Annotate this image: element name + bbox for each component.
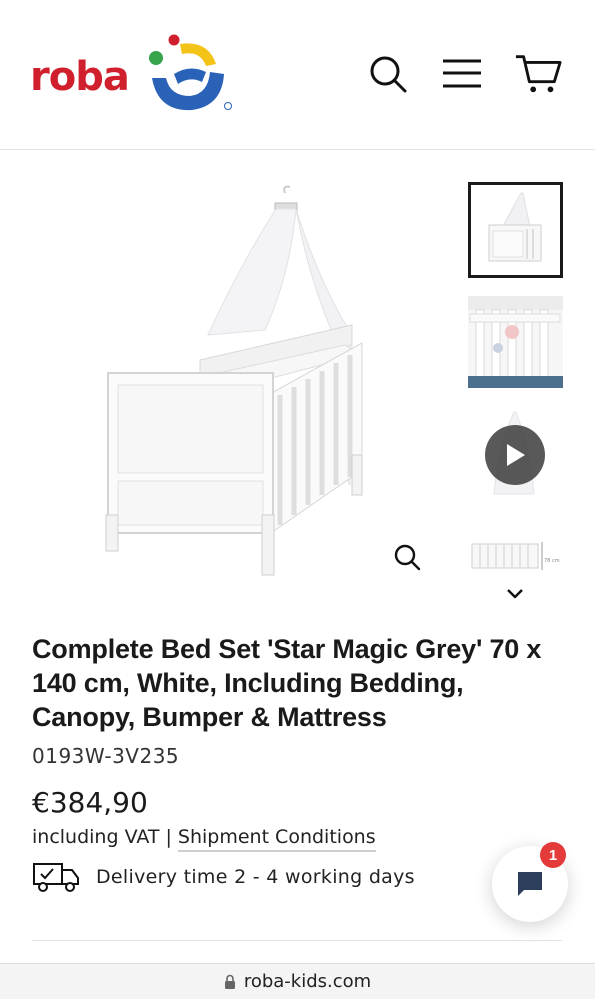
vat-shipping-line: including VAT | Shipment Conditions (32, 826, 376, 852)
divider (32, 940, 562, 941)
play-icon (507, 444, 525, 466)
chevron-down-icon[interactable] (503, 584, 527, 604)
shipment-conditions-link[interactable]: Shipment Conditions (177, 826, 376, 852)
product-sku: 0193W-3V235 (32, 744, 180, 768)
separator: | (165, 826, 172, 848)
chat-icon (518, 872, 542, 896)
site-header: roba (0, 0, 595, 150)
product-main-image[interactable] (90, 185, 390, 585)
thumbnail-crib-detail-image (468, 296, 563, 388)
zoom-button[interactable] (390, 540, 424, 574)
lock-icon (224, 974, 235, 989)
delivery-truck-icon (33, 863, 79, 892)
thumbnail-dimensions-image: 78 cm (468, 532, 563, 572)
zoom-icon (394, 544, 421, 571)
browser-url-bar[interactable]: roba-kids.com (0, 963, 595, 999)
delivery-time-text: Delivery time 2 - 4 working days (96, 866, 415, 888)
url-text: roba-kids.com (243, 971, 372, 992)
logo-wordmark: roba (30, 54, 130, 100)
menu-icon (443, 59, 481, 88)
product-price: €384,90 (32, 786, 148, 819)
menu-button[interactable] (438, 52, 486, 96)
thumbnail-4[interactable]: 78 cm (468, 532, 563, 572)
delivery-info: Delivery time 2 - 4 working days (32, 860, 415, 894)
play-video-button[interactable] (485, 425, 545, 485)
cart-icon (515, 55, 562, 93)
logo-mark-icon (149, 34, 232, 111)
thumbnail-crib-image (471, 185, 560, 275)
search-button[interactable] (364, 52, 412, 96)
roba-logo[interactable]: roba (30, 34, 240, 116)
thumbnail-2[interactable] (468, 296, 563, 388)
search-icon (370, 56, 407, 93)
thumbnail-dimension-caption: 78 cm (544, 558, 560, 564)
chat-notification-badge: 1 (540, 842, 566, 868)
vat-text: including VAT (32, 826, 160, 848)
thumbnail-1[interactable] (468, 182, 563, 278)
product-title: Complete Bed Set 'Star Magic Grey' 70 x … (32, 634, 542, 732)
cart-button[interactable] (514, 52, 562, 96)
